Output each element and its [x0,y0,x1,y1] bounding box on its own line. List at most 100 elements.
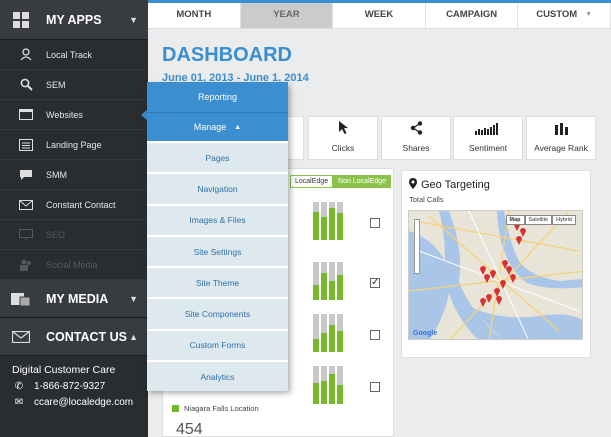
tab-custom[interactable]: CUSTOM ▼ [518,0,611,28]
tab-year[interactable]: YEAR [240,0,334,28]
sidebar-item-constant-contact[interactable]: Constant Contact [0,190,148,220]
submenu-item-images-files[interactable]: Images & Files [147,203,288,235]
location-bar-fill [329,325,335,352]
location-bar [313,202,319,240]
tab-month[interactable]: MONTH [148,0,241,28]
sidebar-item-label: Social Media [46,259,98,270]
location-bar [321,314,327,352]
map-zoom-control[interactable] [414,219,420,274]
location-bar-group [313,314,343,352]
browser-window-icon [18,108,34,122]
location-bar-group [313,202,343,240]
tab-label: WEEK [364,8,394,20]
location-bar-fill [321,273,327,300]
google-logo: Google [413,330,438,337]
sidebar-item-label: Landing Page [46,139,102,150]
location-bar [337,262,343,300]
sentiment-bars-icon [475,123,501,137]
submenu-item-site-components[interactable]: Site Components [147,297,288,329]
location-checkbox[interactable] [370,330,380,340]
contact-us-label: CONTACT US [46,329,128,344]
location-bar [321,366,327,404]
my-media-header[interactable]: MY MEDIA ▼ [0,280,148,318]
top-accent-line [148,0,611,3]
sidebar-item-smm[interactable]: SMM [0,160,148,190]
sidebar-item-local-track[interactable]: Local Track [0,40,148,70]
submenu-item-pages[interactable]: Pages [147,141,288,173]
tab-campaign[interactable]: CAMPAIGN [426,0,519,28]
location-bar-fill [329,281,335,300]
location-bar-fill [313,383,319,404]
contact-phone[interactable]: 1-866-872-9327 [34,381,105,392]
menu-label: Manage [193,122,227,132]
location-bar-fill [337,331,343,352]
legend: LocalEdge Non LocalEdge [290,175,391,188]
location-bar-fill [337,385,343,404]
sidebar-item-label: Constant Contact [46,199,116,210]
map-type-buttons: Map Satellite Hybrid [505,215,576,225]
location-bar-fill [313,338,319,352]
metric-average-rank[interactable]: Average Rank [526,116,596,160]
envelope-icon [18,198,34,212]
location-checkbox[interactable] [370,382,380,392]
submenu-item-site-settings[interactable]: Site Settings [147,234,288,267]
my-apps-header[interactable]: MY APPS ▼ [0,0,148,40]
phone-icon: ✆ [14,381,24,392]
metric-sentiment[interactable]: Sentiment [453,116,523,160]
grid-icon [10,9,32,31]
map-pin-person-icon [18,48,34,62]
tab-label: CAMPAIGN [446,8,498,20]
media-icon [10,288,32,310]
sidebar-item-landing-page[interactable]: Landing Page [0,130,148,160]
legend-localedge[interactable]: LocalEdge [290,175,334,188]
chevron-up-icon: ▲ [234,123,242,131]
location-bar-fill [329,373,335,404]
metric-shares[interactable]: Shares [381,116,451,160]
hybrid-button[interactable]: Hybrid [552,215,576,225]
my-media-label: MY MEDIA [46,291,109,306]
chevron-down-icon: ▼ [129,14,138,25]
location-bar [329,314,335,352]
location-bar [337,202,343,240]
tab-label: YEAR [273,8,300,20]
location-bar-fill [313,211,319,240]
envelope-icon: ✉ [14,397,24,408]
chevron-up-icon: ▲ [129,331,138,342]
metric-label: Average Rank [534,143,588,153]
menu-item-manage[interactable]: Manage ▲ [147,113,288,141]
location-bar [313,366,319,404]
share-icon [410,121,423,137]
legend-non-localedge[interactable]: Non LocalEdge [333,175,391,188]
location-bar-fill [313,284,319,300]
submenu-item-analytics[interactable]: Analytics [147,360,288,392]
sidebar-item-label: SMM [46,169,67,180]
sidebar-item-label: SEO [46,229,66,240]
geo-map[interactable]: Map Satellite Hybrid Google [408,210,583,340]
submenu-item-custom-forms[interactable]: Custom Forms [147,328,288,361]
metric-tile-partial[interactable] [286,116,304,160]
location-bar [329,262,335,300]
location-checkbox[interactable] [370,218,380,228]
menu-item-reporting[interactable]: Reporting [147,82,288,113]
period-tabs: MONTH YEAR WEEK CAMPAIGN CUSTOM ▼ [148,0,611,29]
location-bar [329,202,335,240]
contact-us-header[interactable]: CONTACT US ▲ [0,318,148,356]
tab-week[interactable]: WEEK [333,0,426,28]
metric-label: Clicks [331,143,355,153]
location-checkbox[interactable]: ✓ [370,278,380,288]
sidebar-item-websites[interactable]: Websites [0,100,148,130]
cursor-icon [338,120,349,137]
sidebar-item-sem[interactable]: SEM [0,70,148,100]
contact-email[interactable]: ccare@localedge.com [34,397,133,408]
metric-label: Sentiment [468,143,508,153]
envelope-icon [10,326,32,348]
websites-dropdown-menu: Reporting Manage ▲ Pages Navigation Image… [147,82,288,392]
submenu-item-site-theme[interactable]: Site Theme [147,266,288,298]
map-button[interactable]: Map [505,215,525,225]
submenu-item-navigation[interactable]: Navigation [147,172,288,204]
location-value: 454 [176,421,203,437]
geo-title-text: Geo Targeting [421,179,490,191]
satellite-button[interactable]: Satellite [524,215,553,225]
metric-clicks[interactable]: Clicks [308,116,378,160]
chevron-down-icon: ▼ [129,293,138,304]
